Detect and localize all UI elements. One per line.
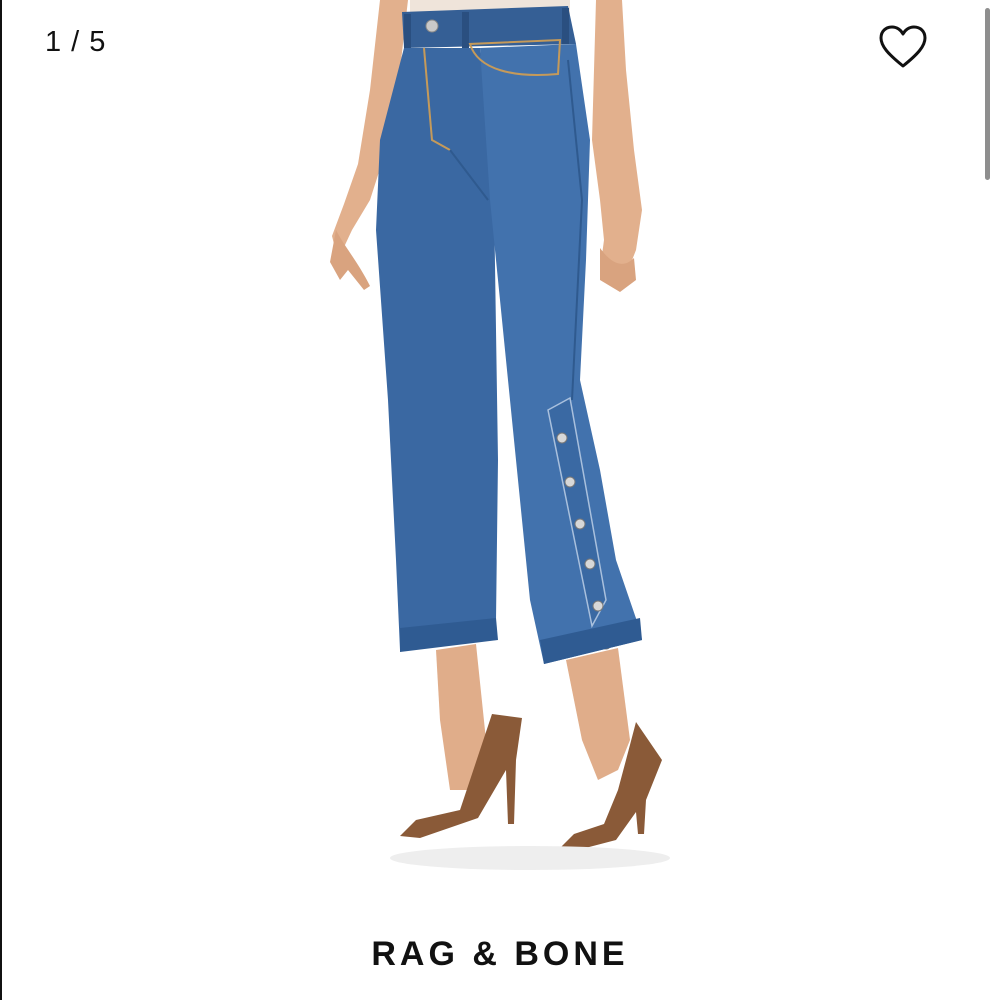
brand-name[interactable]: RAG & BONE — [0, 935, 1000, 974]
image-page-counter: 1 / 5 — [45, 26, 107, 58]
scrollbar-thumb[interactable] — [985, 8, 990, 180]
product-image[interactable] — [300, 0, 720, 880]
heart-outline-icon — [879, 25, 927, 68]
screen-edge — [0, 0, 2, 1000]
favorite-button[interactable] — [878, 24, 928, 70]
product-gallery-screen: 1 / 5 RAG & BONE — [0, 0, 1000, 1000]
